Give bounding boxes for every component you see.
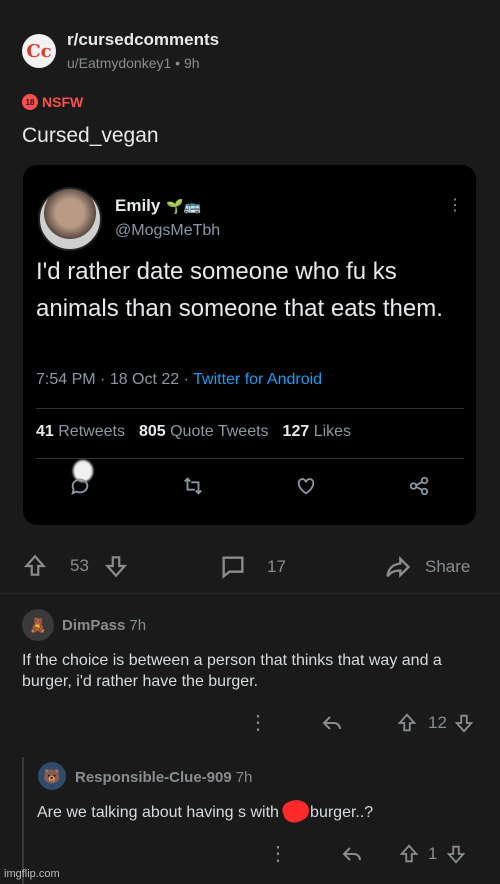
likes-count: 127 bbox=[282, 423, 310, 440]
post-age: 9h bbox=[183, 55, 200, 71]
comment-text: Are we talking about having s with the b… bbox=[37, 804, 374, 821]
post-title[interactable]: Cursed_vegan bbox=[22, 124, 159, 148]
comment-age: 7h bbox=[235, 769, 253, 786]
nsfw-tag: 18 NSFW bbox=[22, 94, 83, 110]
comment-count: 17 bbox=[267, 557, 286, 576]
comment-score: 1 bbox=[428, 843, 438, 863]
vote-bar: 53 bbox=[22, 553, 129, 579]
more-vertical-icon: ⋮ bbox=[447, 197, 463, 214]
comment-age: 7h bbox=[129, 617, 147, 634]
reply-icon bbox=[70, 478, 88, 496]
upvote-icon[interactable] bbox=[22, 553, 48, 579]
tweet-source: Twitter for Android bbox=[193, 371, 323, 388]
comments-button[interactable]: 17 bbox=[219, 553, 286, 581]
quotes-label: Quote Tweets bbox=[170, 423, 269, 440]
share-arrow-icon bbox=[386, 556, 411, 578]
tweet-screenshot[interactable]: Emily 🌱🚌 @MogsMeTbh ⋮ I'd rather date som… bbox=[23, 165, 476, 525]
watermark: imgflip.com bbox=[4, 868, 60, 880]
post-meta: u/Eatmydonkey1 • 9h bbox=[67, 55, 200, 71]
comment-avatar[interactable]: 🐻 bbox=[38, 762, 66, 790]
upvote-icon[interactable] bbox=[396, 712, 418, 734]
divider bbox=[36, 458, 464, 459]
quotes-count: 805 bbox=[138, 423, 166, 440]
divider bbox=[36, 408, 464, 409]
comment-score: 12 bbox=[428, 712, 447, 732]
divider bbox=[0, 593, 500, 594]
post-author[interactable]: u/Eatmydonkey1 bbox=[67, 55, 171, 71]
tweet-time: 7:54 PM bbox=[36, 371, 96, 388]
comment-text: If the choice is between a person that t… bbox=[22, 652, 442, 690]
share-button[interactable]: Share bbox=[383, 553, 470, 581]
tweet-text: I'd rather date someone who fu ks animal… bbox=[36, 258, 443, 322]
comment-author[interactable]: DimPass 7h bbox=[62, 617, 146, 634]
downvote-icon[interactable] bbox=[445, 843, 467, 865]
subreddit-icon[interactable]: Cc bbox=[22, 34, 56, 68]
tweet-date: 18 Oct 22 bbox=[109, 371, 180, 388]
heart-icon bbox=[297, 478, 315, 495]
retweet-icon bbox=[183, 477, 202, 495]
tweet-name-emoji: 🌱🚌 bbox=[166, 197, 202, 214]
tweet-actions bbox=[23, 475, 476, 497]
share-label: Share bbox=[425, 557, 471, 576]
tweet-stats: 41 Retweets 805 Quote Tweets 127 Likes bbox=[36, 423, 351, 441]
comment-actions: ⋮ 12 bbox=[248, 710, 475, 735]
likes-label: Likes bbox=[313, 423, 352, 440]
tweet-name: Emily 🌱🚌 bbox=[115, 196, 202, 215]
tweet-avatar bbox=[38, 187, 102, 251]
comment-icon bbox=[222, 556, 244, 579]
more-icon[interactable]: ⋮ bbox=[268, 841, 288, 866]
thread-line[interactable] bbox=[22, 757, 24, 884]
retweets-count: 41 bbox=[36, 423, 54, 440]
subreddit-name[interactable]: r/cursedcomments bbox=[67, 30, 219, 50]
upvote-icon[interactable] bbox=[398, 843, 420, 865]
share-nodes-icon bbox=[410, 476, 429, 496]
tweet-handle: @MogsMeTbh bbox=[115, 222, 221, 239]
reply-icon[interactable] bbox=[320, 711, 344, 735]
retweets-label: Retweets bbox=[58, 423, 125, 440]
comment-avatar[interactable]: 🧸 bbox=[22, 609, 54, 641]
nsfw-badge-icon: 18 bbox=[22, 94, 38, 110]
downvote-icon[interactable] bbox=[453, 712, 475, 734]
upvote-count: 53 bbox=[70, 556, 89, 575]
tweet-meta: 7:54 PM · 18 Oct 22 · Twitter for Androi… bbox=[36, 371, 323, 388]
more-icon[interactable]: ⋮ bbox=[248, 710, 268, 735]
reply-icon[interactable] bbox=[340, 842, 364, 866]
nsfw-label: NSFW bbox=[42, 94, 84, 110]
downvote-icon[interactable] bbox=[103, 553, 129, 579]
comment-author[interactable]: Responsible-Clue-909 7h bbox=[75, 769, 252, 786]
comment-actions: ⋮ 1 bbox=[268, 841, 467, 866]
